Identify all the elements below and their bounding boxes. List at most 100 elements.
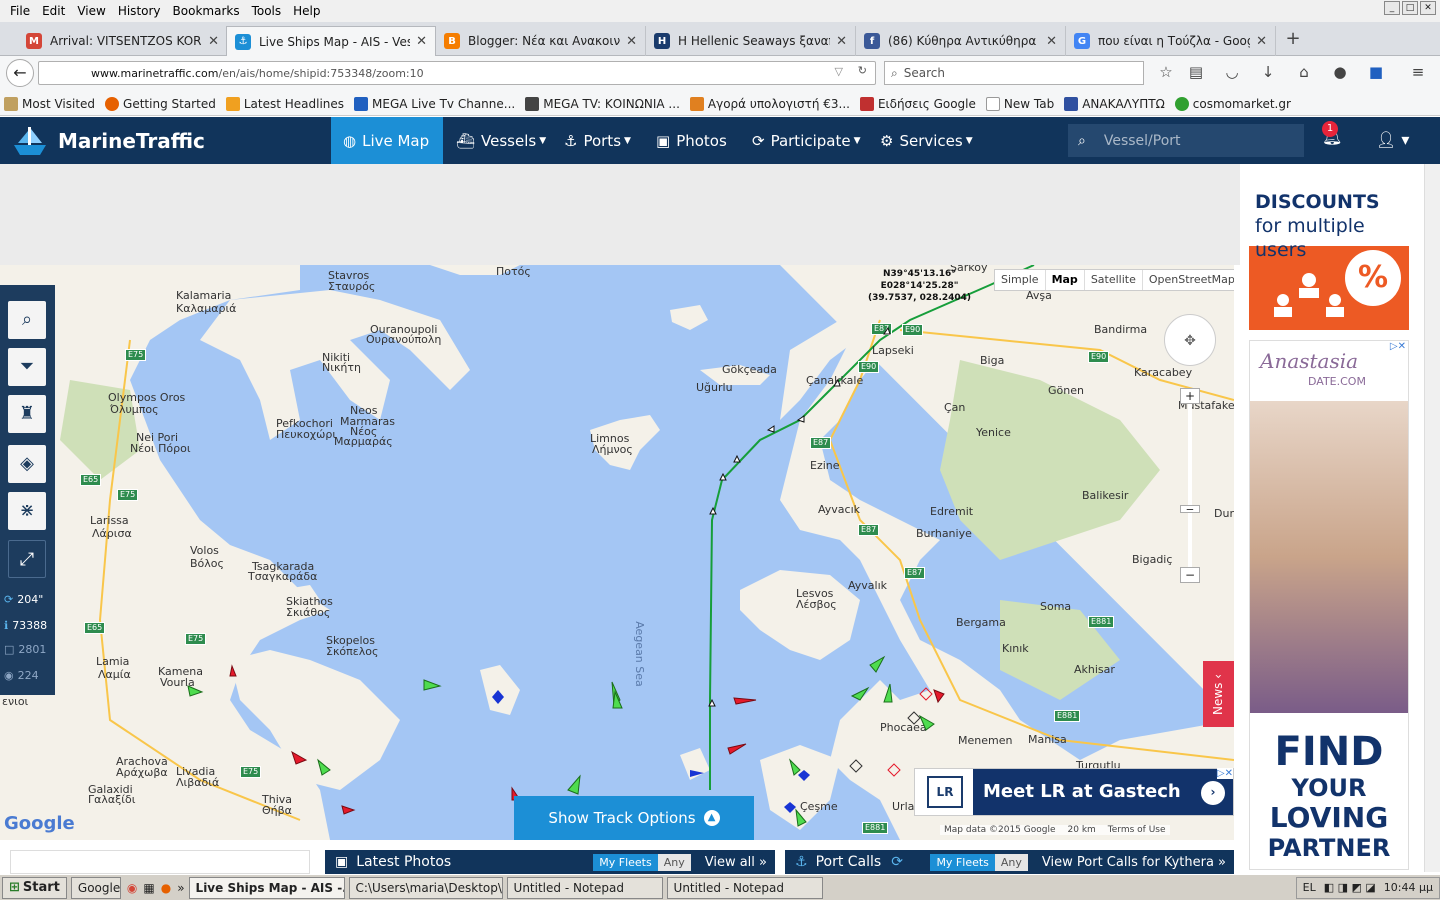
live-map[interactable]: Kalamaria Καλαμαριά Stavros Σταυρός Ποτός Our…	[0, 265, 1234, 840]
maximize-button[interactable]: □	[1402, 1, 1418, 15]
close-tab-icon[interactable]: ✕	[416, 34, 427, 49]
bookmark-item[interactable]: MEGA TV: ΚΟΙΝΩΝΙΑ ...	[525, 96, 680, 111]
bookmark-item[interactable]: Getting Started	[105, 96, 216, 111]
dropdown-icon[interactable]: ▽	[835, 65, 843, 78]
url-bar[interactable]: www.marinetraffic.com/en/ais/home/shipid…	[38, 61, 876, 85]
bookmark-item[interactable]: Most Visited	[4, 96, 95, 111]
routes-button[interactable]: ⋇	[8, 492, 46, 530]
close-tab-icon[interactable]: ✕	[626, 34, 637, 49]
any-toggle[interactable]: Any	[657, 853, 691, 871]
close-tab-icon[interactable]: ✕	[1046, 34, 1057, 49]
bookmark-item[interactable]: cosmomarket.gr	[1174, 96, 1291, 111]
map-type-simple[interactable]: Simple	[995, 270, 1046, 290]
close-tab-icon[interactable]: ✕	[208, 34, 219, 49]
bookmark-item[interactable]: Αγορά υπολογιστή €3...	[689, 96, 850, 111]
ad-close-icon[interactable]: ▷✕	[1390, 341, 1406, 352]
start-button[interactable]: ⊞ Start	[2, 876, 67, 899]
fullscreen-button[interactable]: ⤢	[8, 540, 46, 578]
reading-list-icon[interactable]: ▤	[1186, 63, 1206, 83]
my-fleets-toggle[interactable]: My Fleets	[593, 853, 658, 871]
menu-edit[interactable]: Edit	[36, 4, 71, 18]
taskbar-notepad-1[interactable]: Untitled - Notepad	[506, 876, 663, 899]
chevron-right-icon[interactable]: ›	[1201, 781, 1225, 805]
firefox-icon[interactable]: ●	[161, 881, 171, 895]
refresh-icon[interactable]: ⟳	[891, 854, 903, 870]
new-tab-button[interactable]: +	[1282, 28, 1304, 50]
more-icon[interactable]: »	[177, 881, 184, 895]
nav-vessels[interactable]: ⛴ Vessels ▼	[444, 117, 558, 164]
hamburger-menu-icon[interactable]: ≡	[1408, 63, 1428, 83]
nav-ports[interactable]: ⚓ Ports ▼	[552, 117, 643, 164]
close-window-button[interactable]: ✕	[1420, 1, 1436, 15]
chat-icon[interactable]: ●	[1330, 63, 1350, 83]
tab-hellenic[interactable]: H Η Hellenic Seaways ξαναπάει ... ✕	[646, 26, 856, 56]
reload-icon[interactable]: ↻	[858, 64, 867, 77]
ad-close-icon[interactable]: ▷✕	[1216, 768, 1233, 779]
view-port-calls-link[interactable]: View Port Calls for Kythera »	[1042, 855, 1226, 870]
save-icon[interactable]: ■	[1366, 63, 1386, 83]
bookmark-item[interactable]: MEGA Live Tv Channe...	[354, 96, 515, 111]
bottom-ad[interactable]	[10, 850, 310, 874]
bookmark-star-icon[interactable]: ☆	[1156, 63, 1176, 83]
nav-participate[interactable]: ⟳ Participate ▼	[740, 117, 873, 164]
map-type-openstreetmaps[interactable]: OpenStreetMaps	[1143, 270, 1234, 290]
refresh-counter[interactable]: ⟳ 204"	[4, 593, 43, 606]
nav-live-map[interactable]: ◍ Live Map	[331, 117, 443, 164]
my-fleets-toggle[interactable]: My Fleets	[930, 853, 995, 871]
home-icon[interactable]: ⌂	[1294, 63, 1314, 83]
map-type-map[interactable]: Map	[1046, 270, 1085, 290]
filter-button[interactable]: ⏷	[8, 348, 46, 386]
layers-button[interactable]: ◈	[8, 445, 46, 483]
search-input[interactable]: ⌕ Search	[884, 61, 1144, 85]
zoom-slider-handle[interactable]: ‒	[1180, 503, 1200, 515]
bookmark-item[interactable]: New Tab	[985, 96, 1054, 111]
language-indicator[interactable]: EL	[1303, 881, 1316, 894]
tray-icons[interactable]: ◧ ◨ ◩ ◪	[1324, 881, 1376, 894]
bookmark-item[interactable]: Ειδήσεις Google	[859, 96, 976, 111]
view-all-link[interactable]: View all »	[705, 855, 767, 870]
taskbar-notepad-2[interactable]: Untitled - Notepad	[666, 876, 823, 899]
zoom-out-button[interactable]: −	[1180, 567, 1200, 583]
menu-bookmarks[interactable]: Bookmarks	[167, 4, 246, 18]
close-tab-icon[interactable]: ✕	[836, 34, 847, 49]
tab-blogger[interactable]: B Blogger: Νέα και Ανακοινώσει... ✕	[436, 26, 646, 56]
news-tab[interactable]: News ‹	[1203, 661, 1234, 727]
nav-photos[interactable]: ▣ Photos	[644, 117, 739, 164]
download-icon[interactable]: ↓	[1258, 63, 1278, 83]
close-tab-icon[interactable]: ✕	[1256, 34, 1267, 49]
taskbar-google[interactable]: Google	[70, 876, 121, 899]
tab-marinetraffic[interactable]: ⚓ Live Ships Map - AIS - Vessel ... ✕	[226, 26, 436, 56]
menu-view[interactable]: View	[71, 4, 111, 18]
pan-control[interactable]: ✥	[1164, 314, 1216, 366]
explorer-icon[interactable]: ▦	[143, 881, 154, 895]
zoom-in-button[interactable]: +	[1180, 388, 1200, 404]
menu-history[interactable]: History	[112, 4, 167, 18]
tab-google[interactable]: G που είναι η Τούζλα - Google S... ✕	[1066, 26, 1276, 56]
fleet-button[interactable]: ♜	[8, 395, 46, 433]
tab-gmail[interactable]: M Arrival: VITSENTZOS KORNA... ✕	[18, 26, 228, 56]
menu-tools[interactable]: Tools	[246, 4, 288, 18]
map-search-button[interactable]: ⌕	[8, 301, 46, 339]
map-type-satellite[interactable]: Satellite	[1085, 270, 1143, 290]
menu-help[interactable]: Help	[287, 4, 326, 18]
user-menu-icon[interactable]: 👤︎ ▾	[1376, 130, 1409, 149]
minimize-button[interactable]: _	[1384, 1, 1400, 15]
any-toggle[interactable]: Any	[994, 853, 1028, 871]
zoom-slider-track[interactable]	[1188, 395, 1192, 580]
dating-ad[interactable]: Anastasia DATE.COM ▷✕ FIND YOUR LOVING P…	[1249, 340, 1409, 870]
taskbar-firefox-window[interactable]: Live Ships Map - AIS -...	[188, 876, 345, 899]
tab-facebook[interactable]: f (86) Κύθηρα Αντικύθηρα Καιν... ✕	[856, 26, 1066, 56]
pocket-icon[interactable]: ◡	[1222, 63, 1242, 83]
clock[interactable]: 10:44 μμ	[1384, 881, 1433, 894]
page-scrollbar[interactable]	[1424, 164, 1440, 872]
back-button[interactable]: ←	[6, 59, 34, 87]
lr-ad[interactable]: LR Meet LR at Gastech › ▷✕	[914, 768, 1234, 816]
site-logo[interactable]: MarineTraffic	[10, 123, 205, 159]
taskbar-explorer-window[interactable]: C:\Users\maria\Desktop\...	[348, 876, 503, 899]
show-track-options-button[interactable]: Show Track Options ▲	[514, 796, 754, 840]
bookmark-item[interactable]: ΑΝΑΚΑΛΥΠΤΩ	[1064, 96, 1165, 111]
menu-file[interactable]: File	[4, 4, 36, 18]
nav-services[interactable]: ⚙ Services ▼	[868, 117, 985, 164]
chrome-icon[interactable]: ◉	[127, 881, 137, 895]
discounts-ad[interactable]: DISCOUNTS for multiple users %	[1249, 170, 1409, 330]
